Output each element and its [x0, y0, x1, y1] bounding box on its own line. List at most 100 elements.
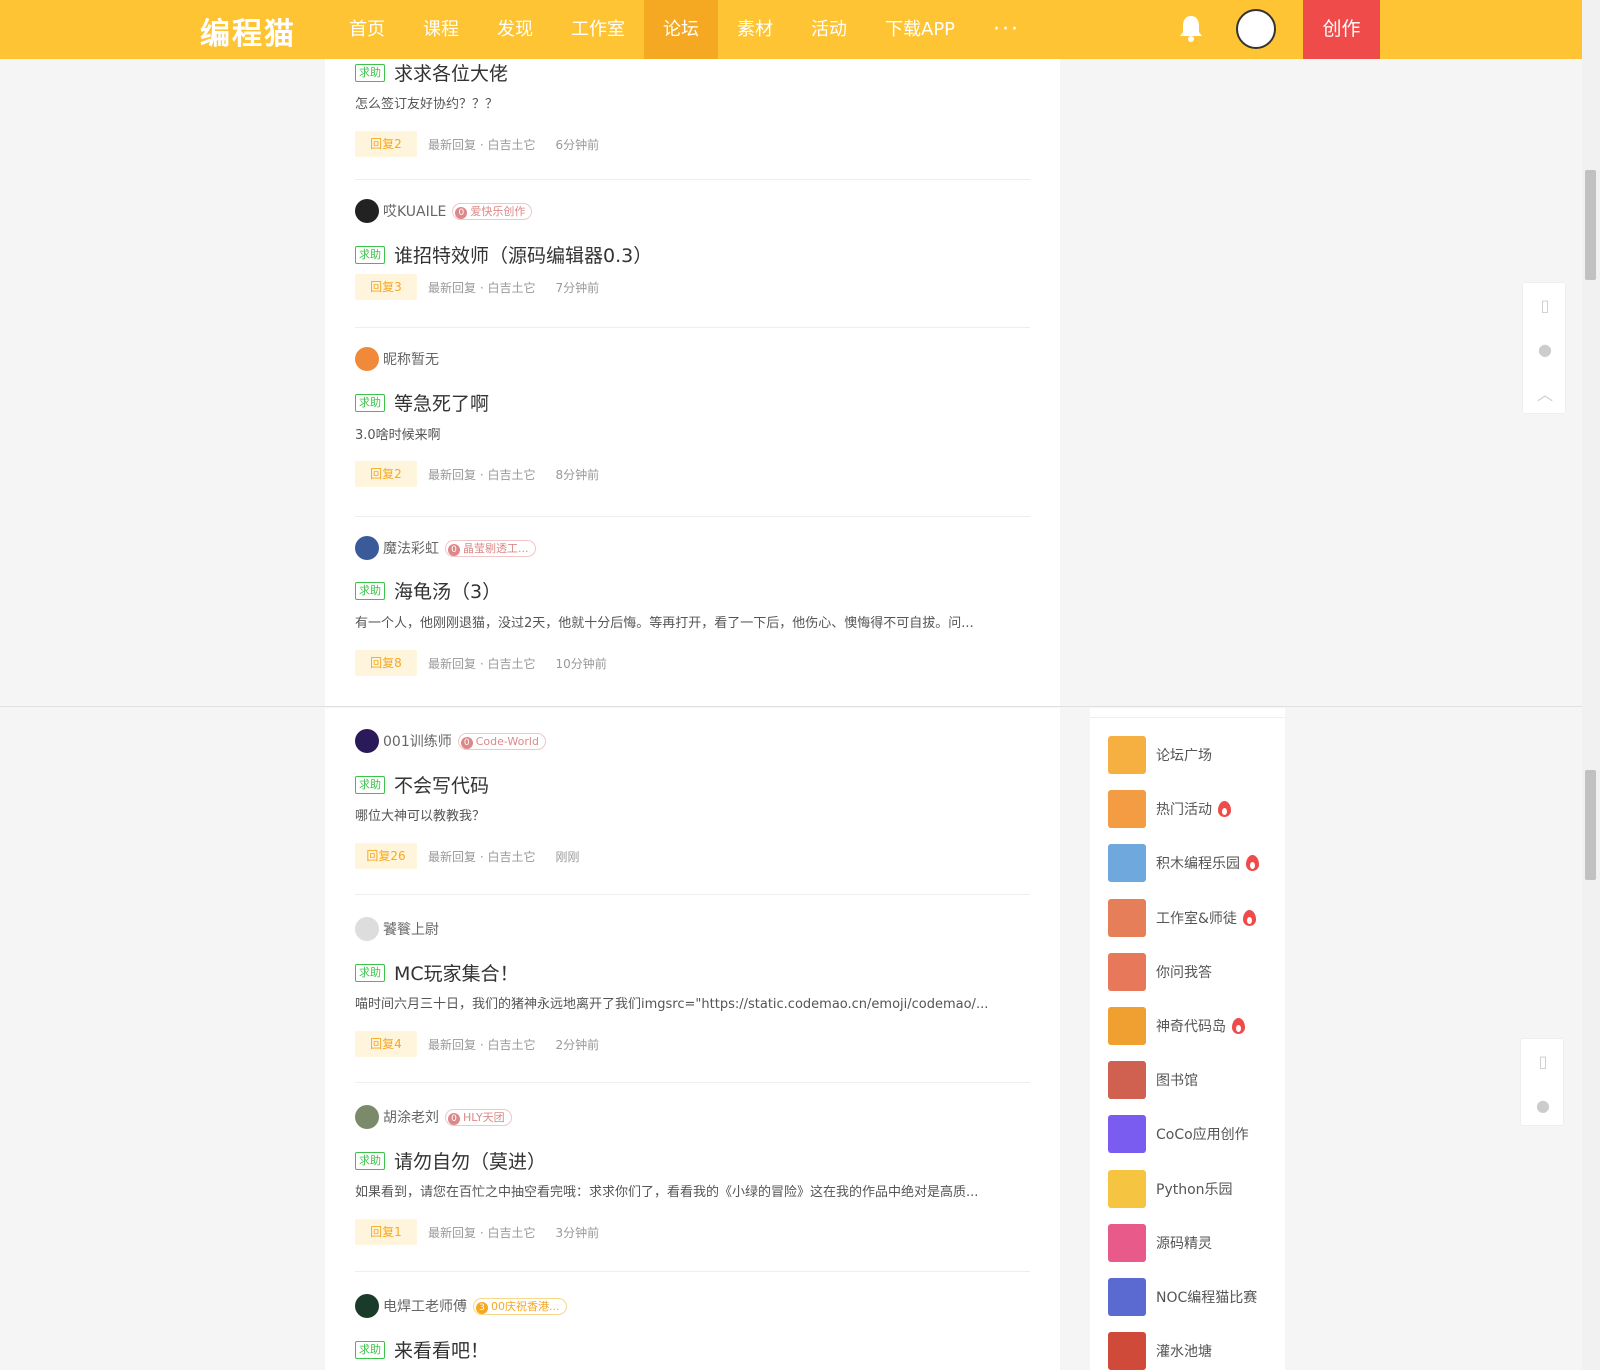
- nav-more-icon[interactable]: ···: [974, 0, 1039, 59]
- post-title[interactable]: 等急死了啊: [394, 389, 489, 416]
- author-name[interactable]: 昵称暂无: [383, 349, 439, 369]
- nav-discover[interactable]: 发现: [478, 0, 552, 59]
- author-name[interactable]: 魔法彩虹: [383, 538, 439, 558]
- author-name[interactable]: 胡涂老刘: [383, 1107, 439, 1127]
- sidebar-item[interactable]: CoCo应用创作: [1108, 1115, 1249, 1154]
- reply-count: 回复8: [355, 650, 417, 676]
- page-scrollbar[interactable]: [1582, 0, 1600, 1370]
- create-button[interactable]: 创作: [1303, 0, 1380, 59]
- sidebar-item[interactable]: 积木编程乐园: [1108, 844, 1259, 883]
- sidebar-item-label: 源码精灵: [1156, 1235, 1212, 1252]
- author-avatar[interactable]: [355, 1294, 379, 1318]
- post-time: 7分钟前: [555, 280, 600, 295]
- post-item[interactable]: 胡涂老刘 0 HLY天团 求助 请勿自勿（莫进） 如果看到，请您在百忙之中抽空看完…: [355, 1105, 1030, 1265]
- divider: [355, 1271, 1030, 1272]
- mobile-icon[interactable]: ▯: [1521, 1039, 1565, 1083]
- sidebar-item[interactable]: 灌水池塘: [1108, 1332, 1212, 1370]
- sidebar-item-label: 神奇代码岛: [1156, 1019, 1226, 1035]
- author-name[interactable]: 饕餮上尉: [383, 919, 439, 939]
- post-excerpt: 喵时间六月三十日，我们的猪神永远地离开了我们imgsrc="https://st…: [355, 997, 989, 1012]
- post-item[interactable]: 哎KUAILE 0 爱快乐创作 求助 谁招特效师（源码编辑器0.3） 回复3 最新…: [355, 199, 1030, 319]
- scroll-thumb-upper[interactable]: [1585, 170, 1596, 280]
- sidebar-item-label: 热门活动: [1156, 802, 1212, 819]
- help-tag: 求助: [355, 581, 385, 600]
- post-title[interactable]: 谁招特效师（源码编辑器0.3）: [394, 241, 652, 268]
- reply-count: 回复2: [355, 131, 417, 157]
- nav-download-app[interactable]: 下载APP: [866, 0, 974, 59]
- studio-badge[interactable]: 0 Code-World: [457, 732, 546, 750]
- sidebar-item[interactable]: 热门活动: [1108, 790, 1231, 829]
- post-title[interactable]: MC玩家集合！: [394, 959, 519, 986]
- post-item[interactable]: 昵称暂无 求助 等急死了啊 3.0啥时候来啊 回复2 最新回复 · 白吉土它 8…: [355, 347, 1030, 507]
- author-avatar[interactable]: [355, 536, 379, 560]
- site-logo[interactable]: 编程猫: [200, 9, 296, 53]
- top-navigation-bar: 编程猫 首页 课程 发现 工作室 论坛 素材 活动 下载APP ··· 创作: [0, 0, 1582, 59]
- post-time: 10分钟前: [555, 656, 607, 671]
- sidebar-item-label: 图书馆: [1156, 1073, 1198, 1090]
- sidebar-item[interactable]: 图书馆: [1108, 1061, 1198, 1100]
- scroll-thumb-lower[interactable]: [1585, 770, 1596, 880]
- post-item[interactable]: 电焊工老师傅 3 00庆祝香港... 求助 来看看吧！: [355, 1294, 1030, 1370]
- sidebar-item[interactable]: 神奇代码岛: [1108, 1007, 1245, 1045]
- nav-courses[interactable]: 课程: [404, 0, 478, 59]
- nav-events[interactable]: 活动: [792, 0, 866, 59]
- section-icon: [1108, 898, 1146, 937]
- screenshot-seam: [0, 706, 1582, 707]
- sidebar-item[interactable]: 源码精灵: [1108, 1223, 1212, 1262]
- post-excerpt: 怎么签订友好协约？？？: [355, 97, 499, 112]
- post-time: 2分钟前: [555, 1037, 600, 1052]
- post-title[interactable]: 不会写代码: [394, 771, 489, 798]
- post-item[interactable]: 001训练师 0 Code-World 求助 不会写代码 哪位大神可以教教我？ 回…: [355, 729, 1030, 889]
- sidebar-item[interactable]: 工作室&师徒: [1108, 898, 1256, 937]
- sidebar-item[interactable]: 论坛广场: [1108, 736, 1212, 774]
- user-avatar[interactable]: [1236, 9, 1276, 49]
- post-title[interactable]: 请勿自勿（莫进）: [394, 1147, 546, 1174]
- author-name[interactable]: 001训练师: [383, 731, 452, 751]
- sidebar-item[interactable]: Python乐园: [1108, 1169, 1233, 1208]
- author-avatar[interactable]: [355, 729, 379, 753]
- author-name[interactable]: 哎KUAILE: [383, 201, 446, 221]
- sidebar-item[interactable]: NOC编程猫比赛: [1108, 1278, 1257, 1316]
- author-avatar[interactable]: [355, 1105, 379, 1129]
- post-title[interactable]: 海龟汤（3）: [394, 577, 501, 604]
- sidebar-item-label: 工作室&师徒: [1156, 910, 1237, 927]
- nav-forum[interactable]: 论坛: [644, 0, 718, 59]
- post-item[interactable]: 求助 求求各位大佬 怎么签订友好协约？？？ 回复2 最新回复 · 白吉土它 6分…: [355, 59, 1030, 179]
- bell-icon[interactable]: [1178, 14, 1204, 42]
- back-to-top-icon[interactable]: ︿: [1523, 371, 1567, 415]
- sidebar-item-label: NOC编程猫比赛: [1156, 1290, 1258, 1306]
- help-tag: 求助: [355, 245, 385, 264]
- sidebar-item[interactable]: 你问我答: [1108, 952, 1212, 991]
- help-tag: 求助: [355, 963, 385, 982]
- nav-studio[interactable]: 工作室: [552, 0, 644, 59]
- studio-badge[interactable]: 0 HLY天团: [445, 1108, 512, 1126]
- nav-home[interactable]: 首页: [330, 0, 404, 59]
- author-avatar[interactable]: [355, 917, 379, 941]
- post-item[interactable]: 魔法彩虹 0 晶莹剔透工... 求助 海龟汤（3） 有一个人，他刚刚退猫，没过2天…: [355, 536, 1030, 696]
- mobile-icon[interactable]: ▯: [1523, 283, 1567, 327]
- forum-sections-card: 论坛广场热门活动积木编程乐园工作室&师徒你问我答神奇代码岛图书馆 CoCo应用创作…: [1090, 708, 1285, 1370]
- qq-icon[interactable]: ●: [1523, 327, 1567, 371]
- reply-count: 回复4: [355, 1031, 417, 1057]
- sidebar-item-label: Python乐园: [1156, 1181, 1233, 1198]
- author-avatar[interactable]: [355, 347, 379, 371]
- qq-icon[interactable]: ●: [1521, 1083, 1565, 1127]
- reply-count: 回复26: [355, 843, 417, 869]
- divider: [355, 1082, 1030, 1083]
- help-tag: 求助: [355, 63, 385, 82]
- studio-badge[interactable]: 3 00庆祝香港...: [473, 1297, 567, 1315]
- card-header-edge: [1090, 708, 1285, 718]
- author-avatar[interactable]: [355, 199, 379, 223]
- post-item[interactable]: 饕餮上尉 求助 MC玩家集合！ 喵时间六月三十日，我们的猪神永远地离开了我们im…: [355, 917, 1030, 1077]
- latest-reply: 最新回复 · 白吉土它: [428, 1225, 536, 1240]
- main-nav: 首页 课程 发现 工作室 论坛 素材 活动 下载APP ···: [330, 0, 1039, 59]
- studio-badge[interactable]: 0 爱快乐创作: [452, 202, 533, 220]
- nav-materials[interactable]: 素材: [718, 0, 792, 59]
- author-name[interactable]: 电焊工老师傅: [383, 1296, 467, 1316]
- latest-reply: 最新回复 · 白吉土它: [428, 137, 536, 152]
- post-title[interactable]: 来看看吧！: [394, 1336, 489, 1363]
- post-excerpt: 有一个人，他刚刚退猫，没过2天，他就十分后悔。等再打开，看了一下后，他伤心、懊悔…: [355, 616, 974, 631]
- section-icon: [1108, 736, 1146, 774]
- studio-badge[interactable]: 0 晶莹剔透工...: [445, 539, 536, 557]
- post-title[interactable]: 求求各位大佬: [394, 59, 508, 86]
